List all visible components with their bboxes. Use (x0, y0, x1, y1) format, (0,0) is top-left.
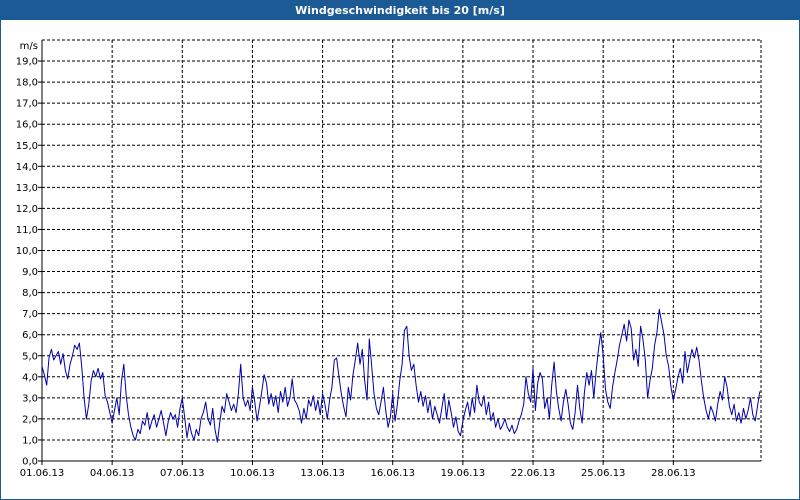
y-tick-label: 8,0 (22, 288, 38, 299)
y-tick-label: 19,0 (16, 57, 38, 68)
y-tick-label: 5,0 (22, 351, 38, 362)
y-tick-label: 17,0 (16, 99, 38, 110)
y-tick-label: 12,0 (16, 204, 38, 215)
x-tick-label: 07.06.13 (160, 468, 205, 479)
y-tick-label: 18,0 (16, 78, 38, 89)
x-tick-label: 13.06.13 (300, 468, 345, 479)
y-tick-label: 11,0 (16, 225, 38, 236)
y-tick-label: 2,0 (22, 414, 38, 425)
x-tick-label: 19.06.13 (441, 468, 486, 479)
y-tick-label: 1,0 (22, 435, 38, 446)
y-tick-label: 15,0 (16, 141, 38, 152)
y-tick-label: 4,0 (22, 372, 38, 383)
y-tick-label: 3,0 (22, 393, 38, 404)
x-tick-label: 28.06.13 (651, 468, 696, 479)
wind-speed-chart: 0,0 1,0 2,0 3,0 4,0 5,0 6,0 7,0 8,0 9,0 10,0 11,0 12… (16, 39, 762, 479)
y-tick-label: 6,0 (22, 330, 38, 341)
x-tick-label: 25.06.13 (581, 468, 626, 479)
x-tick-label: 16.06.13 (370, 468, 415, 479)
y-tick-label: 14,0 (16, 162, 38, 173)
y-tick-label: 9,0 (22, 267, 38, 278)
x-tick-label: 10.06.13 (230, 468, 275, 479)
x-tick-label: 04.06.13 (90, 468, 135, 479)
y-axis-label: m/s (20, 41, 38, 52)
y-tick-label: 0,0 (22, 457, 38, 468)
y-tick-label: 13,0 (16, 183, 38, 194)
y-tick-label: 16,0 (16, 120, 38, 131)
x-tick-label: 22.06.13 (511, 468, 556, 479)
y-tick-label: 7,0 (22, 309, 38, 320)
x-tick-label: 01.06.13 (20, 468, 65, 479)
chart-window: Windgeschwindigkeit bis 20 [m/s] 0,0 1,0 2… (0, 0, 800, 500)
y-tick-label: 10,0 (16, 246, 38, 257)
